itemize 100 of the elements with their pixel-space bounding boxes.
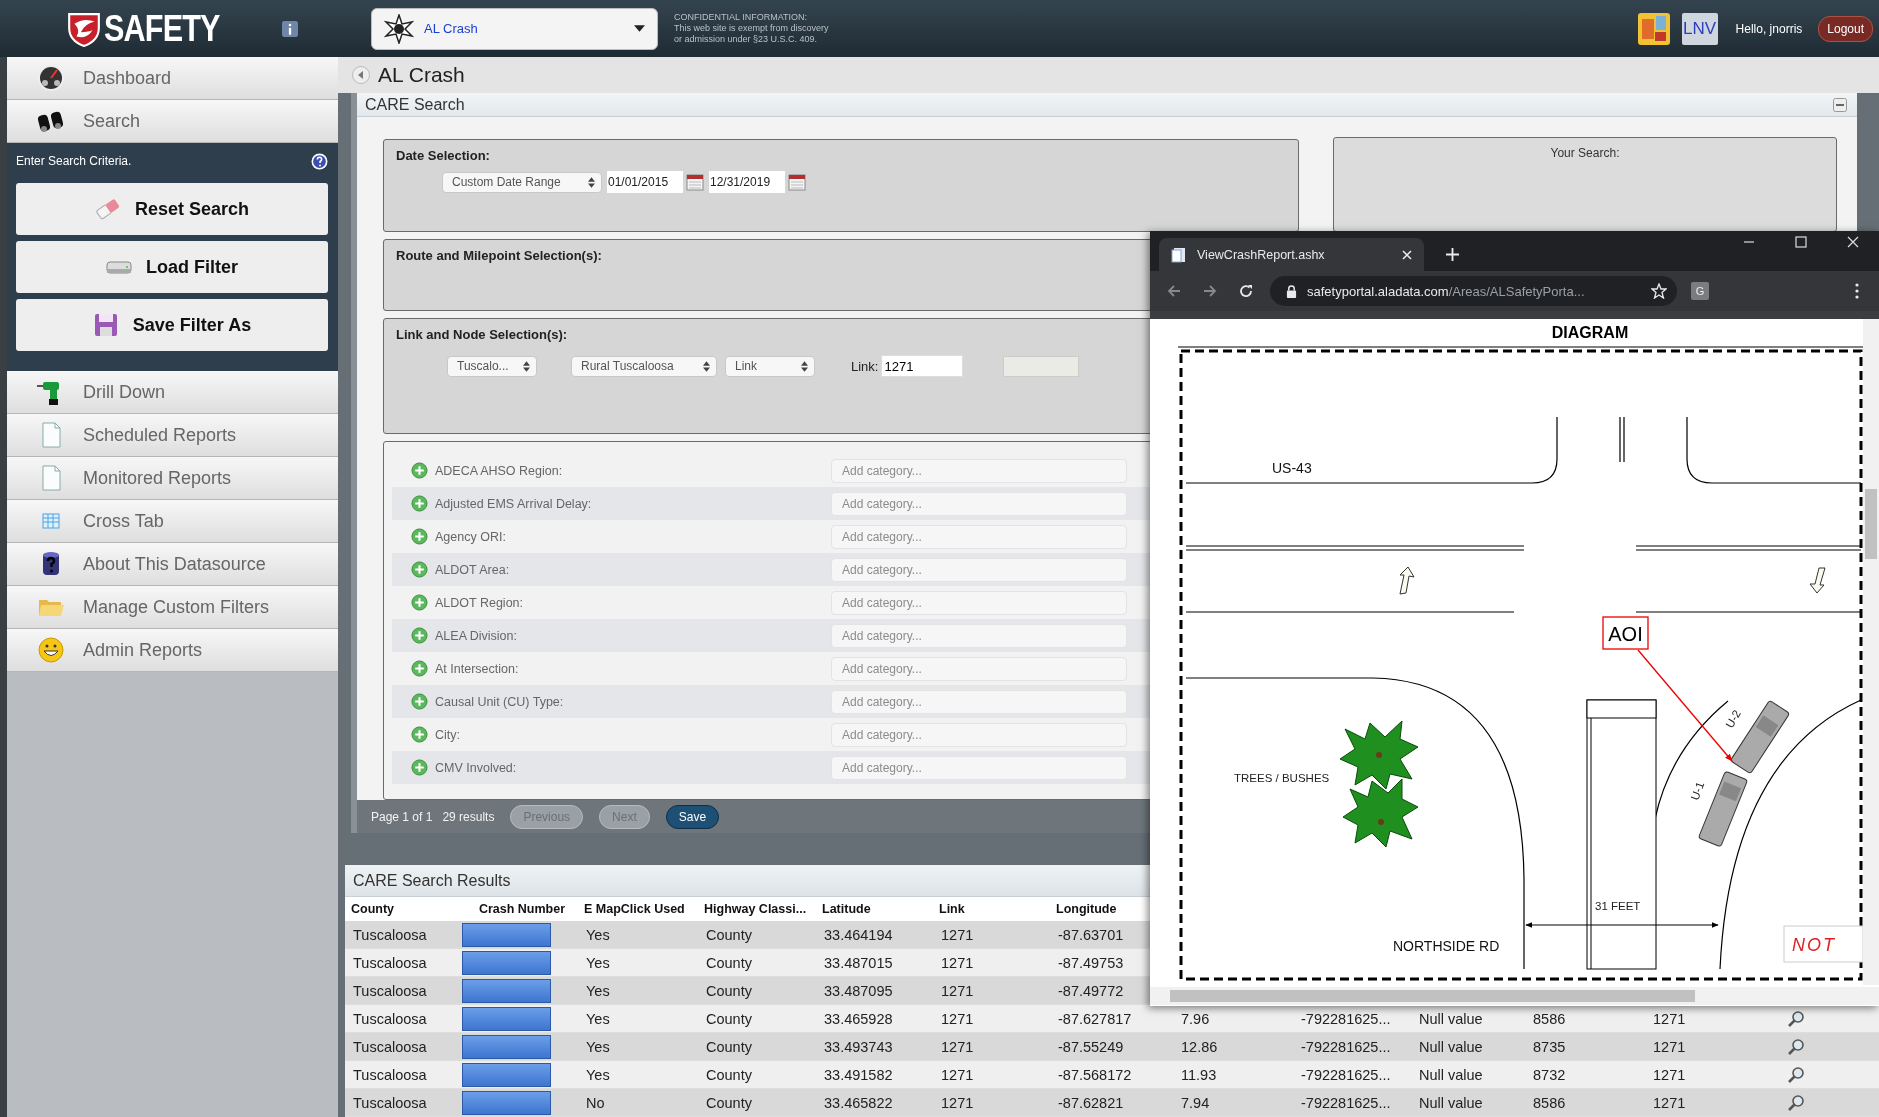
sidebar-item-label: Drill Down [83,381,165,403]
sidebar-item-label: Admin Reports [83,639,203,661]
category-field[interactable]: Add category... [831,491,1127,516]
horizontal-scrollbar[interactable] [1150,987,1879,1005]
sidebar-item[interactable]: About This Datasource [7,543,338,586]
category-field[interactable]: Add category... [831,722,1127,747]
category-field[interactable]: Add category... [831,689,1127,714]
callout-box [1602,616,1649,650]
start-date-field[interactable]: 01/01/2015 [607,171,683,193]
sidebar-item[interactable]: Search [7,100,338,143]
link-label: Link: [851,358,879,374]
vertical-scrollbar[interactable] [1863,319,1879,985]
forward-icon[interactable] [1202,283,1218,299]
category-field[interactable]: Add category... [831,557,1127,582]
table-cell-text: Tuscaloosa [352,1010,428,1029]
extension-button[interactable]: G [1691,282,1709,300]
sidebar-item[interactable]: Drill Down [7,371,338,414]
column-header[interactable]: Longitude [1056,902,1117,916]
sidebar-item[interactable]: Cross Tab [7,500,338,543]
back-icon[interactable] [352,66,370,84]
type-select[interactable]: Link [725,355,815,377]
column-header[interactable]: Latitude [822,902,871,916]
back-icon[interactable] [1166,283,1182,299]
pager-button[interactable]: Save [665,804,720,829]
category-field[interactable]: Add category... [831,623,1127,648]
add-icon[interactable] [411,627,428,644]
page-indicator: Page 1 of 1 [371,809,433,824]
search-icon[interactable] [1787,1094,1805,1112]
column-header[interactable]: County [351,902,395,916]
table-cell-text: 33.464194 [823,926,894,945]
dimension-label: 31 FEET [1595,900,1641,912]
browser-tab[interactable]: ViewCrashReport.ashx [1159,238,1424,271]
sidebar-item-label: Search [83,110,141,132]
column-header[interactable]: Highway Classi... [704,902,807,916]
table-cell-text: 8586 [1532,1094,1567,1113]
search-icon[interactable] [1787,1010,1805,1028]
add-icon[interactable] [411,759,428,776]
add-icon[interactable] [411,726,428,743]
sidebar-item[interactable]: Admin Reports [7,629,338,672]
panel-title: CARE Search [365,95,465,114]
table-cell-text: -792281625... [1300,1066,1392,1085]
sidebar-item[interactable]: Manage Custom Filters [7,586,338,629]
node-field[interactable] [1003,355,1080,377]
maximize-icon[interactable] [1795,236,1807,248]
filter-action-button[interactable]: Reset Search [16,183,328,235]
bookmark-star-icon[interactable] [1651,283,1667,299]
column-header[interactable]: Crash Number [478,902,566,916]
calendar-icon[interactable] [788,173,806,191]
sidebar-item[interactable]: Dashboard [7,57,338,100]
profile-image-icon[interactable] [1637,12,1670,45]
page-title: AL Crash [378,63,465,87]
area-select[interactable]: Rural Tuscaloosa [571,355,717,377]
category-field[interactable]: Add category... [831,458,1127,483]
add-icon[interactable] [411,528,428,545]
address-bar[interactable]: safetyportal.aladata.com/Areas/ALSafetyPorta... [1270,276,1677,306]
table-cell-text: County [705,982,753,1001]
datasource-dropdown[interactable]: AL Crash [371,7,658,50]
close-icon[interactable] [1402,249,1412,260]
road-label: NORTHSIDE RD [1393,938,1500,954]
add-icon[interactable] [411,594,428,611]
add-icon[interactable] [411,495,428,512]
new-tab-icon[interactable] [1446,248,1459,261]
search-icon[interactable] [1787,1066,1805,1084]
end-date-field[interactable]: 12/31/2019 [709,171,785,193]
minimize-icon[interactable] [1833,97,1847,112]
column-header[interactable]: Link [939,902,965,916]
reload-icon[interactable] [1238,283,1254,299]
sidebar-item[interactable]: Scheduled Reports [7,414,338,457]
add-icon[interactable] [411,462,428,479]
help-icon[interactable] [311,152,328,170]
close-icon[interactable] [1847,236,1859,248]
table-cell-text: Yes [585,982,611,1001]
county-select[interactable]: Tuscalo... [447,355,537,377]
menu-icon[interactable] [1855,283,1859,299]
table-cell-text: 33.487015 [823,954,894,973]
table-cell-text: Tuscaloosa [352,926,428,945]
add-icon[interactable] [411,660,428,677]
add-icon[interactable] [411,693,428,710]
category-field[interactable]: Add category... [831,590,1127,615]
add-icon[interactable] [411,561,428,578]
category-field[interactable]: Add category... [831,524,1127,549]
table-cell-text: 1271 [940,1094,975,1113]
filter-action-button[interactable]: Load Filter [16,241,328,293]
table-cell-text: Yes [585,926,611,945]
info-icon[interactable] [282,20,298,37]
direction-arrow-icon [1399,566,1415,595]
logout-button[interactable]: Logout [1818,15,1873,42]
updown-icon [588,176,595,188]
link-field[interactable]: 1271 [881,355,964,377]
category-field[interactable]: Add category... [831,755,1127,780]
user-initials-badge[interactable]: LNV [1681,12,1718,45]
date-range-select[interactable]: Custom Date Range [442,171,602,193]
calendar-icon[interactable] [686,173,704,191]
filter-action-button[interactable]: Save Filter As [16,299,328,351]
column-header[interactable]: E MapClick Used [584,902,685,916]
url-text: safetyportal.aladata.com/Areas/ALSafetyPorta... [1307,283,1586,299]
category-field[interactable]: Add category... [831,656,1127,681]
logo-text: SAFETY [104,7,220,50]
search-icon[interactable] [1787,1038,1805,1056]
sidebar-item[interactable]: Monitored Reports [7,457,338,500]
